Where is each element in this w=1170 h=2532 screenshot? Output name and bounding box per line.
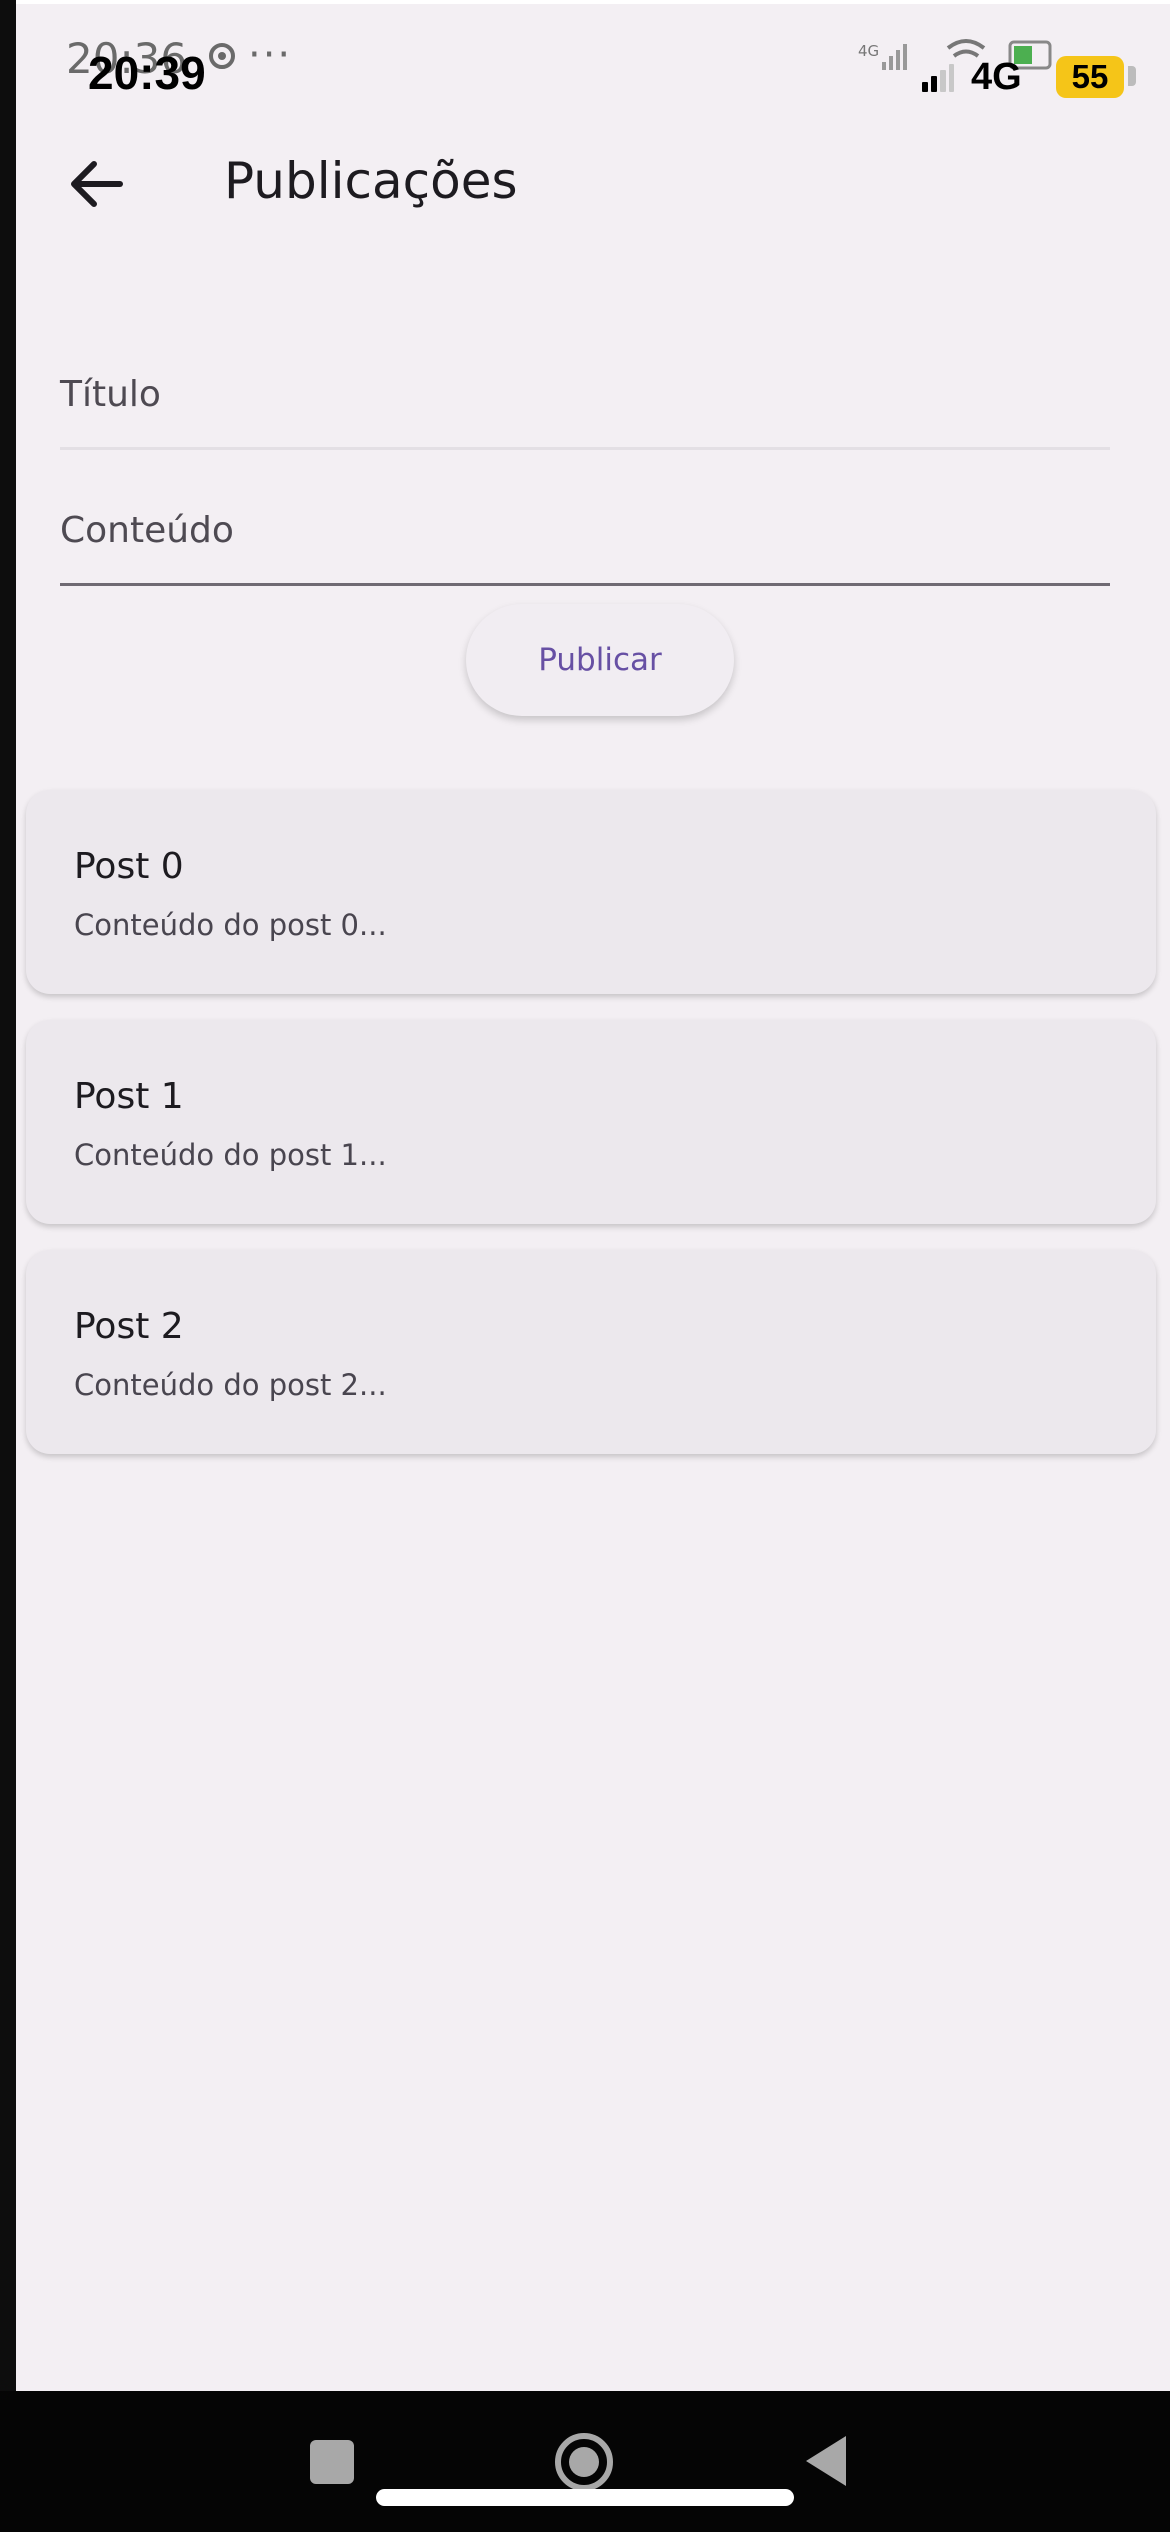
title-field: Título xyxy=(60,340,1110,450)
battery-cap xyxy=(1128,66,1136,86)
post-title: Post 0 xyxy=(74,846,184,887)
post-card[interactable]: Post 2 Conteúdo do post 2... xyxy=(26,1250,1156,1454)
battery-level: 55 xyxy=(1071,58,1109,95)
content-input[interactable] xyxy=(60,476,1110,586)
page-title: Publicações xyxy=(224,152,518,210)
signal-icon xyxy=(922,64,954,92)
title-underline xyxy=(60,447,1110,450)
clock: 20:39 xyxy=(88,47,206,99)
network-type: 4G xyxy=(971,56,1022,98)
frame-edge xyxy=(0,0,16,2532)
post-card[interactable]: Post 1 Conteúdo do post 1... xyxy=(26,1020,1156,1224)
post-card[interactable]: Post 0 Conteúdo do post 0... xyxy=(26,790,1156,994)
battery-icon: 55 xyxy=(1056,56,1124,98)
back-icon[interactable] xyxy=(804,2434,848,2488)
publish-button[interactable]: Publicar xyxy=(466,604,734,716)
post-title: Post 1 xyxy=(74,1076,184,1117)
svg-text:4G: 4G xyxy=(858,42,879,60)
app-bar: Publicações xyxy=(16,134,1170,234)
content-field: Conteúdo xyxy=(60,476,1110,586)
post-content: Conteúdo do post 2... xyxy=(74,1368,387,1402)
status-bar: 20:36 ··· 4G 20:39 4G 55 xyxy=(16,4,1170,114)
post-list: Post 0 Conteúdo do post 0... Post 1 Cont… xyxy=(26,790,1156,1480)
arrow-back-icon[interactable] xyxy=(66,156,126,212)
content-underline xyxy=(60,583,1110,586)
post-content: Conteúdo do post 0... xyxy=(74,908,387,942)
home-indicator[interactable] xyxy=(376,2489,794,2506)
post-title: Post 2 xyxy=(74,1306,184,1347)
settings-icon xyxy=(209,43,235,69)
post-content: Conteúdo do post 1... xyxy=(74,1138,387,1172)
more-notifications-icon: ··· xyxy=(248,32,293,78)
home-icon[interactable] xyxy=(553,2431,615,2493)
title-input[interactable] xyxy=(60,340,1110,450)
recents-icon[interactable] xyxy=(310,2440,354,2484)
app-screen: 20:36 ··· 4G 20:39 4G 55 Publicações Tít… xyxy=(16,4,1170,2391)
